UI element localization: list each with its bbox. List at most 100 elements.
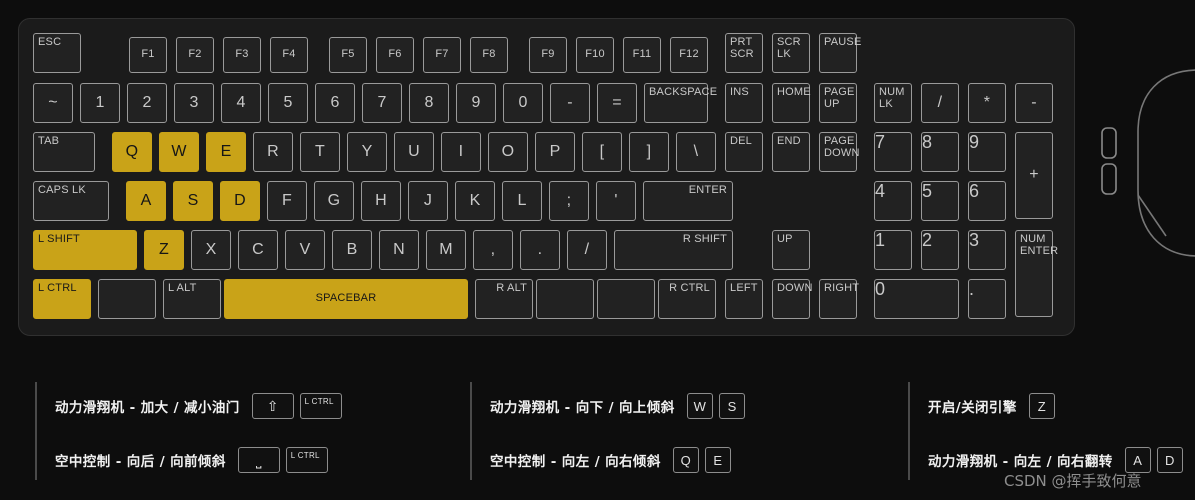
- key-esc[interactable]: ESC: [33, 33, 81, 73]
- key-w[interactable]: W: [159, 132, 199, 172]
- key-s[interactable]: S: [173, 181, 213, 221]
- key-backspace[interactable]: BACKSPACE: [644, 83, 717, 123]
- key-4[interactable]: 4: [874, 181, 912, 221]
- key-blank[interactable]: /: [921, 83, 959, 123]
- key-x[interactable]: X: [191, 230, 231, 270]
- key-f7[interactable]: F7: [423, 37, 461, 73]
- key-v[interactable]: V: [285, 230, 325, 270]
- key-m[interactable]: M: [426, 230, 466, 270]
- legend-key-cap[interactable]: Q: [672, 447, 699, 473]
- key-l-ctrl[interactable]: L CTRL: [33, 279, 91, 319]
- key-blank[interactable]: -: [550, 83, 590, 123]
- key-blank[interactable]: ]: [629, 132, 669, 172]
- key-y[interactable]: Y: [347, 132, 387, 172]
- key-right[interactable]: RIGHT: [819, 279, 859, 319]
- key-f6[interactable]: F6: [376, 37, 414, 73]
- key-page-up[interactable]: PAGE UP: [819, 83, 857, 123]
- key-r-ctrl[interactable]: R CTRL: [658, 279, 716, 319]
- key-caps-lk[interactable]: CAPS LK: [33, 181, 109, 221]
- key-blank[interactable]: ': [596, 181, 636, 221]
- key-h[interactable]: H: [361, 181, 401, 221]
- key-f3[interactable]: F3: [223, 37, 261, 73]
- key-page-down[interactable]: PAGE DOWN: [819, 132, 859, 172]
- key-i[interactable]: I: [441, 132, 481, 172]
- legend-key-cap[interactable]: Z: [1028, 393, 1055, 419]
- key-blank[interactable]: /: [567, 230, 607, 270]
- legend-key-cap[interactable]: D: [1156, 447, 1183, 473]
- key-end[interactable]: END: [772, 132, 810, 172]
- key-l-shift[interactable]: L SHIFT: [33, 230, 137, 270]
- key-2[interactable]: 2: [921, 230, 959, 270]
- key-f8[interactable]: F8: [470, 37, 508, 73]
- key-9[interactable]: 9: [968, 132, 1006, 172]
- key-6[interactable]: 6: [315, 83, 355, 123]
- key-1[interactable]: 1: [80, 83, 120, 123]
- key-blank[interactable]: [536, 279, 594, 319]
- key-tab[interactable]: TAB: [33, 132, 95, 172]
- key-blank[interactable]: [597, 279, 655, 319]
- key-a[interactable]: A: [126, 181, 166, 221]
- legend-key-cap[interactable]: ⎵: [237, 447, 280, 473]
- key-t[interactable]: T: [300, 132, 340, 172]
- key-up[interactable]: UP: [772, 230, 810, 270]
- key-home[interactable]: HOME: [772, 83, 811, 123]
- key-f10[interactable]: F10: [576, 37, 614, 73]
- key-z[interactable]: Z: [144, 230, 184, 270]
- key-f[interactable]: F: [267, 181, 307, 221]
- legend-key-cap[interactable]: E: [704, 447, 731, 473]
- key-u[interactable]: U: [394, 132, 434, 172]
- key-blank[interactable]: .: [968, 279, 1006, 319]
- key-3[interactable]: 3: [968, 230, 1006, 270]
- key-pause[interactable]: PAUSE: [819, 33, 861, 73]
- key-k[interactable]: K: [455, 181, 495, 221]
- key-p[interactable]: P: [535, 132, 575, 172]
- key-blank[interactable]: ~: [33, 83, 73, 123]
- key-r-alt[interactable]: R ALT: [475, 279, 533, 319]
- key-blank[interactable]: .: [520, 230, 560, 270]
- key-5[interactable]: 5: [921, 181, 959, 221]
- key-scr-lk[interactable]: SCR LK: [772, 33, 810, 73]
- key-blank[interactable]: -: [1015, 83, 1053, 123]
- key-f5[interactable]: F5: [329, 37, 367, 73]
- key-2[interactable]: 2: [127, 83, 167, 123]
- key-blank[interactable]: [98, 279, 156, 319]
- legend-key-cap[interactable]: ⇧: [251, 393, 294, 419]
- key-g[interactable]: G: [314, 181, 354, 221]
- key-blank[interactable]: \: [676, 132, 716, 172]
- key-o[interactable]: O: [488, 132, 528, 172]
- key-f11[interactable]: F11: [623, 37, 661, 73]
- key-del[interactable]: DEL: [725, 132, 763, 172]
- key-0[interactable]: 0: [503, 83, 543, 123]
- key-prt-scr[interactable]: PRT SCR: [725, 33, 763, 73]
- legend-key-cap[interactable]: S: [718, 393, 745, 419]
- key-l-alt[interactable]: L ALT: [163, 279, 221, 319]
- key-4[interactable]: 4: [221, 83, 261, 123]
- key-d[interactable]: D: [220, 181, 260, 221]
- key-1[interactable]: 1: [874, 230, 912, 270]
- key-l[interactable]: L: [502, 181, 542, 221]
- key-blank[interactable]: *: [968, 83, 1006, 123]
- key-e[interactable]: E: [206, 132, 246, 172]
- key-f2[interactable]: F2: [176, 37, 214, 73]
- legend-key-cap[interactable]: L CTRL: [285, 447, 328, 473]
- key-down[interactable]: DOWN: [772, 279, 812, 319]
- key-8[interactable]: 8: [921, 132, 959, 172]
- key-7[interactable]: 7: [362, 83, 402, 123]
- key-j[interactable]: J: [408, 181, 448, 221]
- key-q[interactable]: Q: [112, 132, 152, 172]
- key-0[interactable]: 0: [874, 279, 959, 319]
- key-f9[interactable]: F9: [529, 37, 567, 73]
- key-num-lk[interactable]: NUM LK: [874, 83, 912, 123]
- key-3[interactable]: 3: [174, 83, 214, 123]
- key-c[interactable]: C: [238, 230, 278, 270]
- key-f1[interactable]: F1: [129, 37, 167, 73]
- key-f4[interactable]: F4: [270, 37, 308, 73]
- key-7[interactable]: 7: [874, 132, 912, 172]
- key-blank[interactable]: ,: [473, 230, 513, 270]
- key-r-shift[interactable]: R SHIFT: [614, 230, 733, 270]
- key-left[interactable]: LEFT: [725, 279, 763, 319]
- legend-key-cap[interactable]: L CTRL: [299, 393, 342, 419]
- key-spacebar[interactable]: SPACEBAR: [224, 279, 468, 319]
- key-blank[interactable]: ;: [549, 181, 589, 221]
- key-b[interactable]: B: [332, 230, 372, 270]
